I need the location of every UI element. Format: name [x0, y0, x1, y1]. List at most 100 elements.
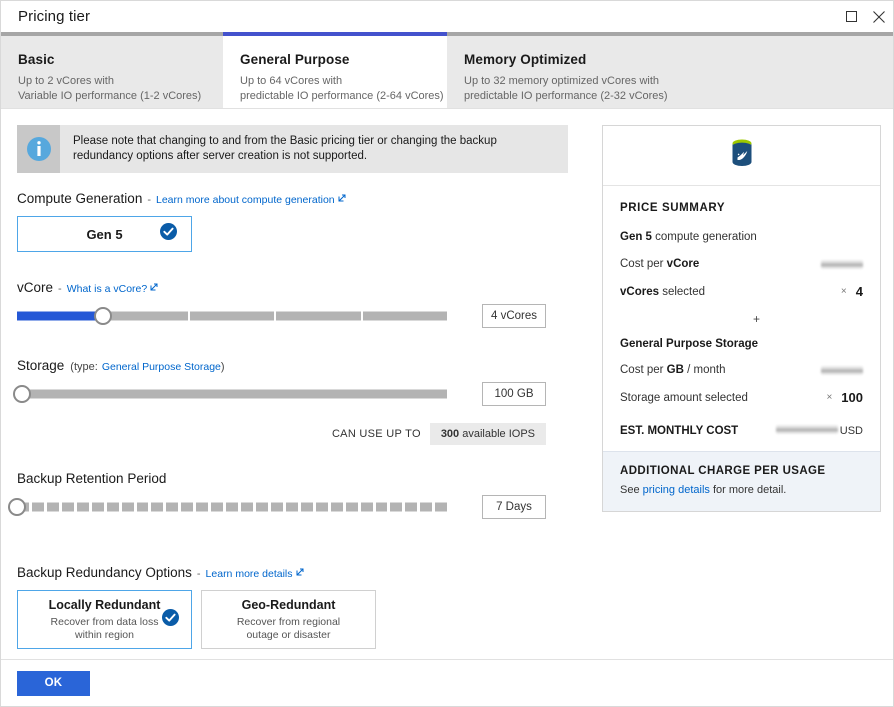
- compute-generation-learn-more-link[interactable]: Learn more about compute generation: [156, 193, 346, 206]
- storage-slider-bar: [17, 390, 447, 399]
- price-compute-generation-rest: compute generation: [652, 231, 757, 243]
- external-link-icon: [338, 193, 346, 205]
- geo-redundant-line1: Recover from regional: [237, 616, 340, 629]
- check-icon: [160, 223, 177, 245]
- price-summary-heading: PRICE SUMMARY: [620, 202, 863, 214]
- multiply-sign: ×: [841, 286, 847, 297]
- additional-charge-text-post: for more detail.: [710, 484, 786, 496]
- tab-memory-optimized-label: Memory Optimized: [464, 52, 893, 67]
- backup-retention-slider-segment: [241, 503, 253, 512]
- storage-slider-track[interactable]: [17, 390, 447, 399]
- price-vcores-selected-row: vCores selected × 4: [620, 284, 863, 299]
- locally-redundant-line1: Recover from data loss: [51, 616, 159, 629]
- geo-redundant-line2: outage or disaster: [246, 629, 330, 642]
- compute-generation-dash: -: [147, 194, 151, 206]
- iops-badge: 300 available IOPS: [430, 423, 546, 445]
- pricing-tier-tabs: Basic Up to 2 vCores with Variable IO pe…: [1, 32, 893, 109]
- backup-retention-slider-segment: [316, 503, 328, 512]
- tab-basic-line1: Up to 2 vCores with: [18, 74, 223, 89]
- price-storage-amount: 100: [841, 390, 863, 405]
- vcore-slider-segment: [363, 312, 447, 321]
- backup-redundancy-learn-more-link[interactable]: Learn more details: [206, 567, 304, 580]
- price-storage-amount-label: Storage amount selected: [620, 392, 748, 404]
- tab-memory-optimized-line1: Up to 32 memory optimized vCores with: [464, 74, 893, 89]
- vcore-slider-track[interactable]: [17, 312, 447, 321]
- storage-label-row: Storage (type: General Purpose Storage ): [17, 358, 582, 373]
- tab-general-purpose-line1: Up to 64 vCores with: [240, 74, 447, 89]
- redacted-value: [821, 366, 863, 375]
- backup-retention-slider-segment: [47, 503, 59, 512]
- ok-button[interactable]: OK: [17, 671, 90, 696]
- price-currency: USD: [840, 425, 863, 437]
- storage-type-link[interactable]: General Purpose Storage: [102, 361, 221, 373]
- backup-retention-slider-segment: [435, 503, 447, 512]
- vcore-value-box[interactable]: 4 vCores: [482, 304, 546, 328]
- maximize-icon[interactable]: [837, 1, 865, 32]
- backup-retention-slider-segment: [361, 503, 373, 512]
- dialog-content: Please note that changing to and from th…: [1, 109, 893, 659]
- price-cost-per-vcore-bold: vCore: [667, 258, 700, 270]
- multiply-sign: ×: [826, 392, 832, 403]
- pricing-tier-dialog: Pricing tier Basic Up to 2 vCores with V…: [0, 0, 894, 707]
- price-vcores-count: 4: [856, 284, 863, 299]
- additional-charge-section: ADDITIONAL CHARGE PER USAGE See pricing …: [603, 451, 880, 511]
- close-icon[interactable]: [865, 1, 893, 32]
- backup-retention-slider-segment: [420, 503, 432, 512]
- backup-retention-slider-segment: [331, 503, 343, 512]
- backup-retention-slider-segment: [62, 503, 74, 512]
- tab-general-purpose[interactable]: General Purpose Up to 64 vCores with pre…: [223, 32, 447, 108]
- check-icon: [162, 609, 179, 631]
- pricing-details-link[interactable]: pricing details: [643, 484, 710, 496]
- backup-retention-label-row: Backup Retention Period: [17, 471, 582, 486]
- info-icon: [17, 125, 60, 173]
- price-compute-generation-row: Gen 5 compute generation: [620, 230, 863, 244]
- backup-retention-slider-thumb[interactable]: [8, 498, 26, 516]
- vcore-slider-segment: [17, 312, 101, 321]
- backup-retention-slider-segment: [301, 503, 313, 512]
- price-compute-generation-label: Gen 5 compute generation: [620, 231, 757, 243]
- vcore-link-text: What is a vCore?: [67, 283, 148, 295]
- price-storage-amount-row: Storage amount selected × 100: [620, 390, 863, 405]
- backup-redundancy-option-geo-redundant[interactable]: Geo-Redundant Recover from regional outa…: [201, 590, 376, 649]
- backup-retention-slider-segment: [181, 503, 193, 512]
- price-storage-amount-value: × 100: [826, 390, 863, 405]
- backup-retention-value-box[interactable]: 7 Days: [482, 495, 546, 519]
- backup-redundancy-label: Backup Redundancy Options: [17, 565, 192, 580]
- backup-retention-slider[interactable]: [17, 497, 447, 517]
- backup-retention-slider-segment: [77, 503, 89, 512]
- external-link-icon: [150, 282, 158, 294]
- price-est-monthly-cost-label: EST. MONTHLY COST: [620, 425, 738, 437]
- storage-value-box[interactable]: 100 GB: [482, 382, 546, 406]
- vcore-slider-thumb[interactable]: [94, 307, 112, 325]
- tab-basic[interactable]: Basic Up to 2 vCores with Variable IO pe…: [1, 32, 223, 108]
- redacted-value: [821, 260, 863, 269]
- price-cost-per-gb-row: Cost per GB / month: [620, 363, 863, 377]
- page-title: Pricing tier: [1, 8, 90, 25]
- storage-slider-thumb[interactable]: [13, 385, 31, 403]
- additional-charge-text: See pricing details for more detail.: [620, 484, 863, 496]
- tab-memory-optimized[interactable]: Memory Optimized Up to 32 memory optimiz…: [447, 32, 893, 108]
- backup-retention-slider-segment: [32, 503, 44, 512]
- storage-slider[interactable]: [17, 384, 447, 404]
- price-vcores-selected-label: vCores selected: [620, 286, 705, 298]
- compute-generation-option-gen5[interactable]: Gen 5: [17, 216, 192, 252]
- backup-retention-slider-track[interactable]: [17, 503, 447, 512]
- backup-retention-slider-segment: [211, 503, 223, 512]
- tab-memory-optimized-line2: predictable IO performance (2-32 vCores): [464, 89, 893, 104]
- vcore-slider-segment: [276, 312, 360, 321]
- vcore-help-link[interactable]: What is a vCore?: [67, 282, 159, 295]
- vcore-slider-row: 4 vCores: [17, 304, 582, 328]
- compute-generation-link-text: Learn more about compute generation: [156, 194, 335, 206]
- price-vcores-selected-rest: selected: [659, 286, 705, 298]
- price-plus-sign: +: [620, 312, 863, 326]
- backup-retention-slider-segment: [151, 503, 163, 512]
- info-banner: Please note that changing to and from th…: [17, 125, 568, 173]
- price-est-monthly-cost-value: USD: [776, 425, 863, 437]
- price-cost-per-gb-pre: Cost per: [620, 364, 667, 376]
- vcore-slider[interactable]: [17, 306, 447, 326]
- price-est-monthly-cost-row: EST. MONTHLY COST USD: [620, 425, 863, 437]
- backup-redundancy-option-locally-redundant[interactable]: Locally Redundant Recover from data loss…: [17, 590, 192, 649]
- price-cost-per-vcore-row: Cost per vCore: [620, 257, 863, 271]
- compute-generation-option-gen5-label: Gen 5: [86, 227, 122, 242]
- storage-type-prefix: (type:: [70, 361, 98, 373]
